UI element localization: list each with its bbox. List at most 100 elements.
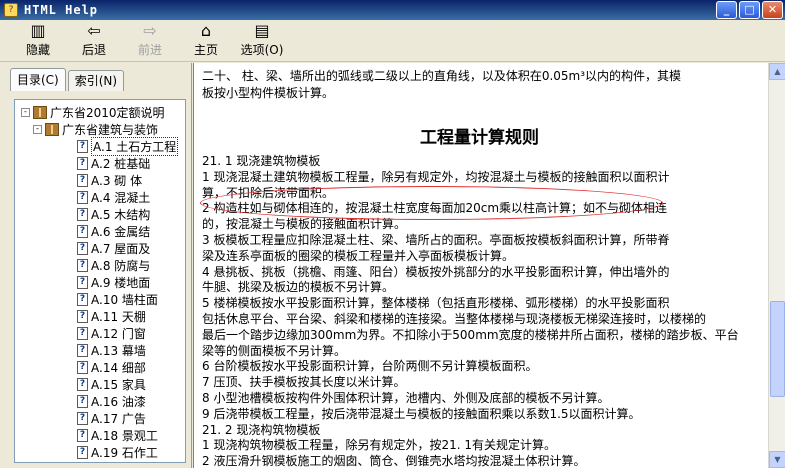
tree-item-label: A.1 土石方工程	[91, 137, 179, 156]
help-topic-icon: ?	[77, 327, 88, 340]
tree-topic-item[interactable]: ? A.4 混凝土	[77, 189, 150, 206]
tree-book-item[interactable]: - 广东省2010定额说明	[21, 104, 165, 121]
collapse-toggle-icon[interactable]: -	[21, 108, 30, 117]
tree-topic-item[interactable]: ? A.7 屋面及	[77, 240, 150, 257]
help-topic-icon: ?	[77, 174, 88, 187]
tree-item-label: A.11 天棚	[91, 310, 146, 324]
text-line: 板按小型构件模板计算。	[202, 86, 335, 100]
tree-item-label: A.2 桩基础	[91, 157, 151, 171]
tree-item-label: A.12 门窗	[91, 327, 146, 341]
tree-item-label: A.17 广告	[91, 412, 146, 426]
forward-button[interactable]: ⇨ 前进	[122, 20, 178, 60]
help-topic-icon: ?	[77, 446, 88, 459]
tree-item-label: A.4 混凝土	[91, 191, 151, 205]
tree-item-label: A.19 石作工	[91, 446, 158, 460]
text-line: 21. 1 现浇建筑物模板	[202, 154, 321, 168]
tree-topic-item[interactable]: ? A.14 细部	[77, 359, 146, 376]
topic-content-pane[interactable]: 二十、 柱、梁、墙所出的弧线或二级以上的直角线，以及体积在0.05m³以内的构件…	[193, 63, 785, 468]
tree-topic-item[interactable]: ? A.16 油漆	[77, 393, 146, 410]
tree-topic-item[interactable]: ? A.17 广告	[77, 410, 146, 427]
tree-topic-item[interactable]: ? A.3 砌 体	[77, 172, 142, 189]
text-line: 梁及连系亭面板的圈梁的模板工程量并入亭面板模板计算。	[202, 248, 515, 263]
text-line: 5 楼梯模板按水平投影面积计算，整体楼梯（包括直形楼梯、弧形楼梯）的水平投影面积	[202, 296, 670, 311]
tree-topic-item[interactable]: ? A.1 土石方工程	[77, 137, 179, 156]
section-heading: 工程量计算规则	[420, 128, 539, 148]
back-label: 后退	[81, 43, 106, 57]
text-line: 2 液压滑升钢模板施工的烟囱、筒仓、倒锥壳水塔均按混凝土体积计算。	[202, 454, 586, 468]
toolbar: ▥ 隐藏 ⇦ 后退 ⇨ 前进 ⌂ 主页 ▤ 选项(O)	[0, 20, 785, 62]
options-button[interactable]: ▤ 选项(O)	[234, 20, 290, 60]
text-line: 9 后浇带模板工程量，按后浇带混凝土与模板的接触面积乘以系数1.5以面积计算。	[202, 406, 641, 421]
tree-topic-item[interactable]: ? A.6 金属结	[77, 223, 150, 240]
tree-book-item[interactable]: - 广东省建筑与装饰	[33, 121, 158, 138]
window-controls: _ □ ✕	[716, 1, 783, 19]
tree-item-label: A.8 防腐与	[91, 259, 151, 273]
nav-tabs: 目录(C) 索引(N)	[10, 68, 126, 91]
tree-topic-item[interactable]: ? A.15 家具	[77, 376, 146, 393]
help-topic-icon: ?	[77, 344, 88, 357]
tree-item-label: A.9 楼地面	[91, 276, 151, 290]
maximize-button[interactable]: □	[739, 1, 760, 19]
tree-item-label: A.3 砌 体	[91, 174, 143, 188]
hide-label: 隐藏	[25, 43, 50, 57]
back-arrow-icon: ⇦	[87, 21, 101, 40]
options-icon: ▤	[254, 21, 270, 40]
tree-topic-item[interactable]: ? A.19 石作工	[77, 444, 158, 461]
home-button[interactable]: ⌂ 主页	[178, 20, 234, 60]
scroll-up-button[interactable]: ▲	[769, 63, 785, 80]
help-topic-icon: ?	[77, 191, 88, 204]
tree-topic-item[interactable]: ? A.10 墙柱面	[77, 291, 158, 308]
help-topic-icon: ?	[77, 293, 88, 306]
tree-item-label: A.14 细部	[91, 361, 146, 375]
open-book-icon	[33, 106, 47, 119]
tree-item-label: 广东省2010定额说明	[50, 106, 165, 120]
tree-topic-item[interactable]: ? A.8 防腐与	[77, 257, 150, 274]
text-line: 4 悬挑板、挑板（挑檐、雨篷、阳台）模板按外挑部分的水平投影面积计算，伸出墙外的	[202, 264, 670, 279]
contents-tree[interactable]: - 广东省2010定额说明 - 广东省建筑与装饰? A.1 土石方工程? A.2 桩基础?…	[14, 99, 186, 463]
help-topic-icon: ?	[77, 310, 88, 323]
help-topic-icon: ?	[77, 208, 88, 221]
text-line: 最后一个踏步边缘加300mm为界。不扣除小于500mm宽度的楼梯井所占面积，楼梯…	[202, 327, 739, 342]
scroll-down-button[interactable]: ▼	[769, 451, 785, 468]
tree-topic-item[interactable]: ? A.2 桩基础	[77, 155, 150, 172]
tree-item-label: A.15 家具	[91, 378, 146, 392]
tab-index[interactable]: 索引(N)	[67, 70, 125, 91]
tree-item-label: A.16 油漆	[91, 395, 146, 409]
tree-topic-item[interactable]: ? A.18 景观工	[77, 427, 158, 444]
tree-topic-item[interactable]: ? A.11 天棚	[77, 308, 146, 325]
text-line: 算，不扣除后浇带面积。	[202, 185, 335, 200]
tree-item-label: 广东省建筑与装饰	[62, 123, 159, 137]
help-topic-icon: ?	[77, 276, 88, 289]
options-label: 选项(O)	[240, 43, 284, 57]
text-line: 2 构造柱如与砌体相连的，按混凝土柱宽度每面加20cm乘以柱高计算；如不与砌体相…	[202, 201, 668, 216]
help-topic-icon: ?	[77, 242, 88, 255]
help-topic-icon: ?	[77, 429, 88, 442]
close-button[interactable]: ✕	[762, 1, 783, 19]
text-line: 21. 2 现浇构筑物模板	[202, 422, 321, 437]
tree-topic-item[interactable]: ? A.9 楼地面	[77, 274, 150, 291]
help-topic-icon: ?	[77, 361, 88, 374]
vertical-scrollbar[interactable]: ▲ ▼	[768, 63, 785, 468]
home-icon: ⌂	[200, 21, 212, 40]
open-book-icon	[45, 123, 59, 136]
tree-topic-item[interactable]: ? A.12 门窗	[77, 325, 146, 342]
tree-topic-item[interactable]: ? A.13 幕墙	[77, 342, 146, 359]
hide-button[interactable]: ▥ 隐藏	[10, 20, 66, 60]
text-line: 8 小型池槽模板按构件外围体积计算，池槽内、外侧及底部的模板不另计算。	[202, 391, 610, 405]
help-topic-icon: ?	[77, 395, 88, 408]
minimize-button[interactable]: _	[716, 1, 737, 19]
tree-topic-item[interactable]: ? A.5 木结构	[77, 206, 150, 223]
forward-label: 前进	[137, 43, 162, 57]
window-title: HTML Help	[24, 3, 99, 17]
help-topic-icon: ?	[77, 259, 88, 272]
text-line: 3 板模板工程量应扣除混凝土柱、梁、墙所占的面积。亭面板按模板斜面积计算，所带脊	[202, 233, 670, 247]
collapse-toggle-icon[interactable]: -	[33, 125, 42, 134]
tree-item-label: A.18 景观工	[91, 429, 158, 443]
help-topic-icon: ?	[77, 378, 88, 391]
scroll-thumb[interactable]	[770, 301, 785, 397]
help-topic-icon: ?	[77, 140, 88, 153]
tree-item-label: A.5 木结构	[91, 208, 151, 222]
text-line: 1 现浇混凝土建筑物模板工程量，除另有规定外，均按混凝土与模板的接触面积以面积计	[202, 169, 670, 184]
back-button[interactable]: ⇦ 后退	[66, 20, 122, 60]
tab-contents[interactable]: 目录(C)	[10, 68, 66, 91]
